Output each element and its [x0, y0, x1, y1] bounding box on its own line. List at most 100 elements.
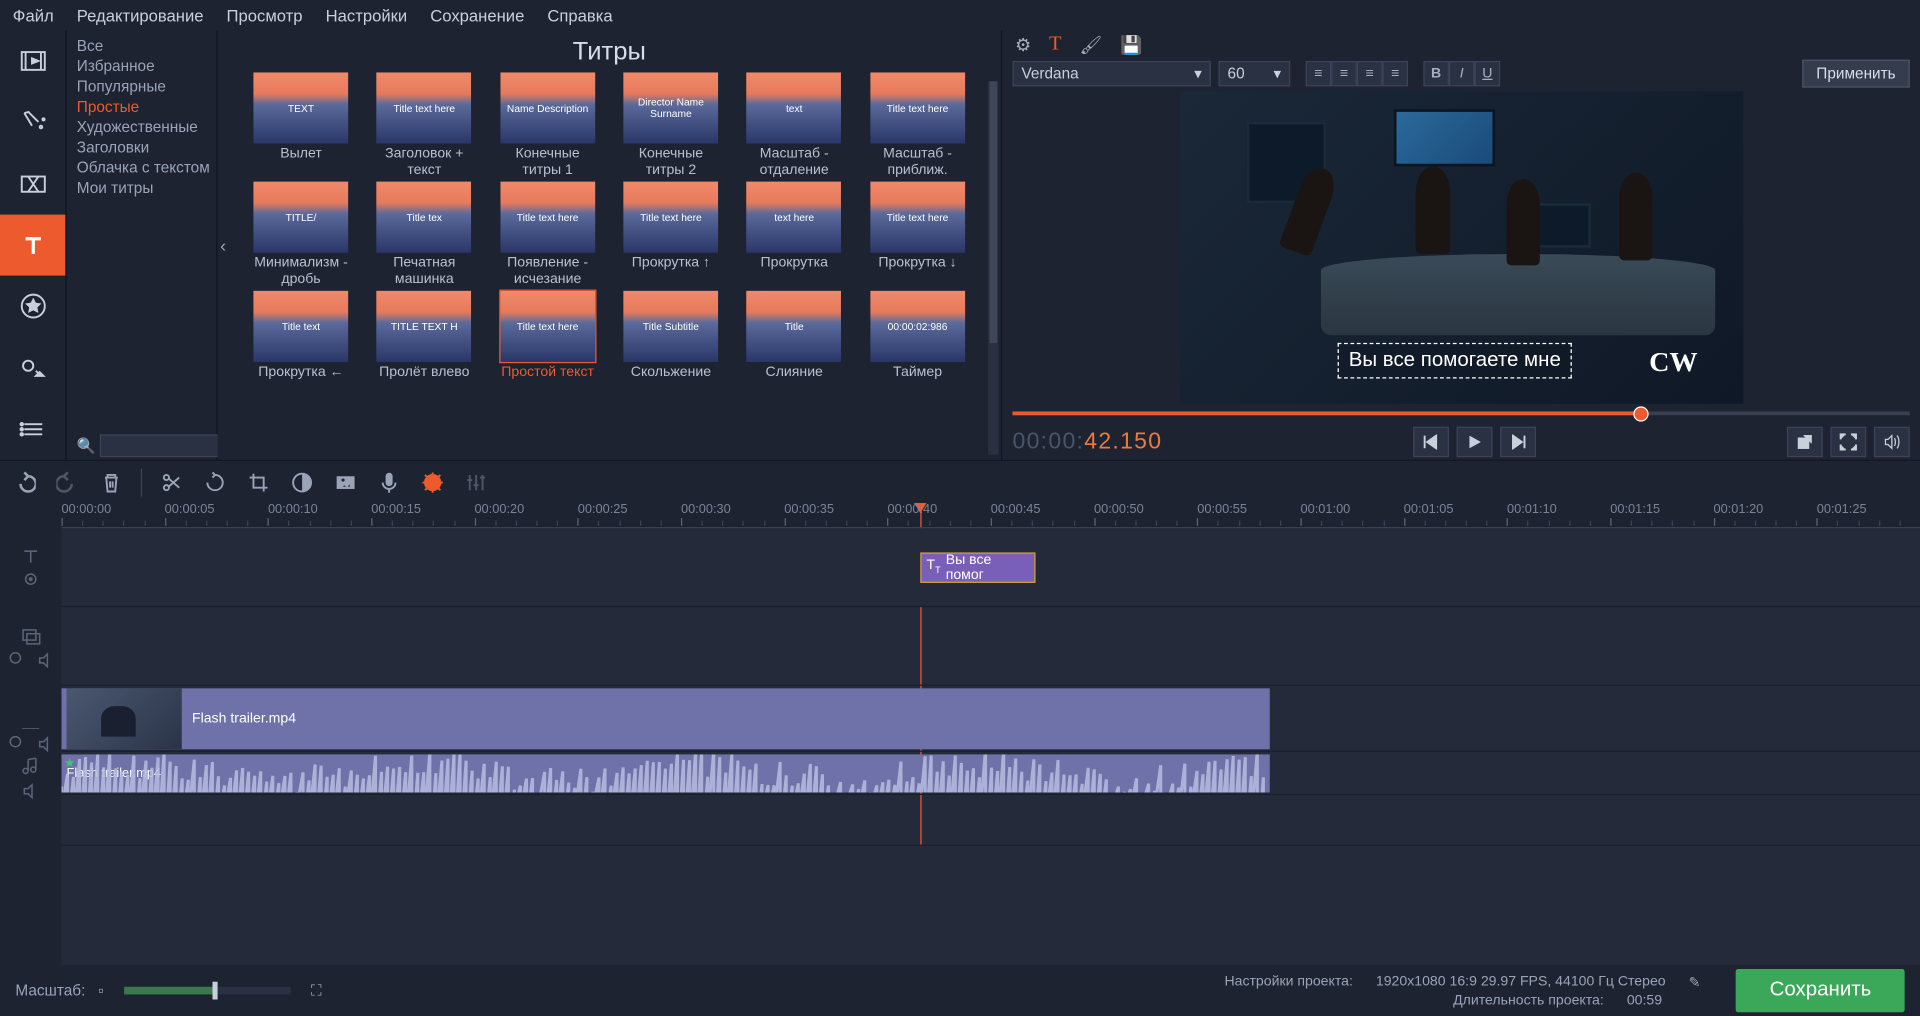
- tool-more-icon[interactable]: [0, 398, 65, 459]
- rotate-button[interactable]: [201, 468, 229, 496]
- clip-properties-icon[interactable]: ⚙: [1015, 34, 1031, 56]
- overlay-track[interactable]: [61, 607, 1920, 686]
- play-button[interactable]: [1457, 426, 1493, 456]
- crop-button[interactable]: [244, 468, 272, 496]
- menu-edit[interactable]: Редактирование: [77, 6, 204, 25]
- gallery-scrollbar[interactable]: [988, 81, 998, 454]
- audio-clip[interactable]: ★ Flash trailer.mp4: [61, 754, 1269, 792]
- music-track-header[interactable]: [0, 752, 61, 803]
- video-track-header[interactable]: [0, 686, 61, 752]
- title-preset[interactable]: Title text hereПоявление - исчезание: [495, 182, 600, 289]
- fullscreen-icon[interactable]: [1830, 426, 1866, 456]
- title-preset[interactable]: Title textПрокрутка ←: [248, 291, 353, 398]
- zoom-out-icon[interactable]: ▫: [98, 982, 103, 1000]
- title-preset[interactable]: Title text hereМасштаб - приближ.: [865, 72, 970, 179]
- video-clip[interactable]: Flash trailer.mp4: [61, 688, 1269, 749]
- next-frame-button[interactable]: [1500, 426, 1536, 456]
- menu-settings[interactable]: Настройки: [326, 6, 408, 25]
- align-justify-icon[interactable]: ≡: [1382, 61, 1408, 86]
- overlay-track-header[interactable]: [0, 607, 61, 686]
- title-preset[interactable]: Director Name SurnameКонечные титры 2: [618, 72, 723, 179]
- title-overlay-text[interactable]: Вы все помогаете мне: [1337, 343, 1572, 379]
- menu-view[interactable]: Просмотр: [227, 6, 303, 25]
- save-preset-icon[interactable]: 💾: [1120, 34, 1142, 56]
- category-bubbles[interactable]: Облачка с текстом: [77, 157, 217, 177]
- align-center-icon[interactable]: ≡: [1331, 61, 1357, 86]
- undo-button[interactable]: [10, 468, 38, 496]
- title-preset[interactable]: TitleСлияние: [742, 291, 847, 398]
- ruler-tick: 00:00:00: [61, 503, 111, 517]
- title-preset[interactable]: Title texПечатная машинка: [372, 182, 477, 289]
- equalizer-button[interactable]: [462, 468, 490, 496]
- menu-save[interactable]: Сохранение: [430, 6, 524, 25]
- apply-button[interactable]: Применить: [1802, 59, 1910, 87]
- category-my-titles[interactable]: Мои титры: [77, 178, 217, 198]
- category-popular[interactable]: Популярные: [77, 76, 217, 96]
- category-all[interactable]: Все: [77, 36, 217, 56]
- video-track[interactable]: Flash trailer.mp4: [61, 686, 1920, 752]
- text-track[interactable]: TT Вы все помог: [61, 528, 1920, 607]
- title-preset[interactable]: Title text hereПрокрутка ↓: [865, 182, 970, 289]
- font-size-select[interactable]: 60▾: [1219, 61, 1291, 86]
- title-preset[interactable]: TITLE/Минимализм - дробь: [248, 182, 353, 289]
- timeline-ruler[interactable]: 00:00:0000:00:0500:00:1000:00:1500:00:20…: [61, 503, 1920, 528]
- title-preset[interactable]: textМасштаб - отдаление: [742, 72, 847, 179]
- title-preset[interactable]: 00:00:02:986Таймер: [865, 291, 970, 398]
- category-artistic[interactable]: Художественные: [77, 117, 217, 137]
- redo-button[interactable]: [54, 468, 82, 496]
- project-duration-value: 00:59: [1627, 993, 1662, 1008]
- title-preset[interactable]: text hereПрокрутка: [742, 182, 847, 289]
- delete-button[interactable]: [97, 468, 125, 496]
- title-preset[interactable]: Title text hereПростой текст: [495, 291, 600, 398]
- clip-properties-button[interactable]: [419, 468, 447, 496]
- category-favorites[interactable]: Избранное: [77, 56, 217, 76]
- title-preset[interactable]: Title SubtitleСкольжение: [618, 291, 723, 398]
- align-right-icon[interactable]: ≡: [1357, 61, 1383, 86]
- chroma-key-button[interactable]: [332, 468, 360, 496]
- zoom-slider[interactable]: [124, 987, 290, 995]
- music-track[interactable]: [61, 795, 1920, 846]
- prev-frame-button[interactable]: [1413, 426, 1449, 456]
- category-headers[interactable]: Заголовки: [77, 137, 217, 157]
- volume-icon[interactable]: [1874, 426, 1910, 456]
- video-clip-label: Flash trailer.mp4: [192, 711, 296, 726]
- tool-callouts-icon[interactable]: [0, 337, 65, 398]
- video-preview[interactable]: Вы все помогаете мне CW: [1180, 91, 1743, 403]
- category-simple[interactable]: Простые: [77, 97, 217, 117]
- collapse-sidebar-icon[interactable]: ‹: [220, 235, 226, 255]
- split-button[interactable]: [157, 468, 185, 496]
- text-track-header[interactable]: [0, 528, 61, 607]
- ruler-tick: 00:00:30: [681, 503, 731, 517]
- preview-scrubber[interactable]: [1002, 406, 1920, 423]
- menu-file[interactable]: Файл: [13, 6, 54, 25]
- tool-titles-icon[interactable]: [0, 214, 65, 275]
- underline-button[interactable]: U: [1475, 61, 1501, 86]
- text-clip[interactable]: TT Вы все помог: [920, 552, 1035, 582]
- record-audio-button[interactable]: [375, 468, 403, 496]
- color-adjust-button[interactable]: [288, 468, 316, 496]
- tool-transitions-icon[interactable]: [0, 153, 65, 214]
- tool-stickers-icon[interactable]: [0, 276, 65, 337]
- save-button[interactable]: Сохранить: [1736, 969, 1904, 1012]
- fit-zoom-icon[interactable]: ⛶: [311, 981, 322, 1000]
- project-settings-label: Настройки проекта:: [1224, 973, 1352, 990]
- color-picker-icon[interactable]: 🖌: [1079, 34, 1102, 56]
- text-tool-icon[interactable]: T: [1049, 33, 1062, 56]
- bold-button[interactable]: B: [1423, 61, 1449, 86]
- title-preset[interactable]: Title text hereПрокрутка ↑: [618, 182, 723, 289]
- title-preset[interactable]: TEXTВылет: [248, 72, 353, 179]
- title-caption: Слияние: [766, 364, 823, 397]
- audio-track[interactable]: ★ Flash trailer.mp4: [61, 752, 1920, 795]
- font-select[interactable]: Verdana▾: [1012, 61, 1210, 86]
- title-preset[interactable]: Title text hereЗаголовок + текст: [372, 72, 477, 179]
- title-preset[interactable]: TITLE TEXT HПролёт влево: [372, 291, 477, 398]
- tool-media-icon[interactable]: [0, 30, 65, 91]
- edit-settings-icon[interactable]: ✎: [1689, 973, 1701, 990]
- italic-button[interactable]: I: [1449, 61, 1475, 86]
- detach-preview-icon[interactable]: [1787, 426, 1823, 456]
- title-preset[interactable]: Name DescriptionКонечные титры 1: [495, 72, 600, 179]
- menu-help[interactable]: Справка: [547, 6, 612, 25]
- align-left-icon[interactable]: ≡: [1306, 61, 1332, 86]
- title-thumbnail: Title: [747, 291, 842, 362]
- tool-filters-icon[interactable]: [0, 92, 65, 153]
